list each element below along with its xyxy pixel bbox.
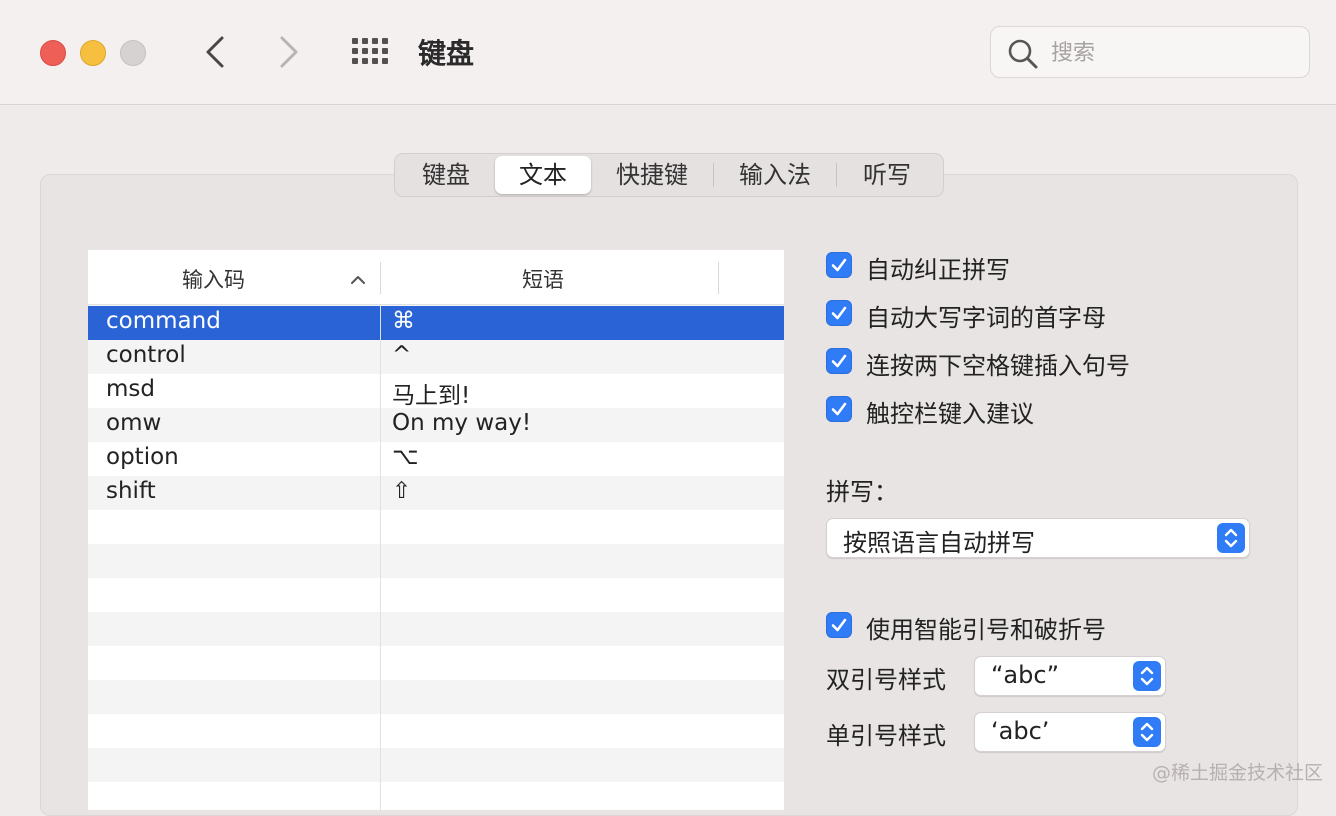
spelling-select[interactable]: 按照语言自动拼写 <box>826 518 1250 558</box>
row-phrase: ^ <box>392 342 412 368</box>
column-divider <box>380 304 381 810</box>
single-quote-style-value: ‘abc’ <box>991 717 1050 745</box>
smart-quotes-checkbox[interactable] <box>826 612 852 638</box>
tab-input-sources[interactable]: 输入法 <box>714 156 836 194</box>
autocap-checkbox[interactable] <box>826 300 852 326</box>
spelling-label: 拼写： <box>826 478 898 506</box>
window-title: 键盘 <box>418 37 475 70</box>
grid-icon[interactable] <box>352 38 390 66</box>
column-divider <box>380 262 381 294</box>
close-button[interactable] <box>40 40 66 66</box>
chevron-right-icon[interactable] <box>270 30 310 74</box>
tab-bar: 键盘 文本 快捷键 输入法 听写 <box>394 153 944 197</box>
touchbar-suggestions-checkbox[interactable] <box>826 396 852 422</box>
double-space-period-checkbox[interactable] <box>826 348 852 374</box>
single-quote-style-select[interactable]: ‘abc’ <box>974 712 1166 752</box>
single-quote-style-label: 单引号样式 <box>826 722 946 750</box>
updown-stepper-icon <box>1217 523 1245 553</box>
smart-quotes-label: 使用智能引号和破折号 <box>866 616 1106 644</box>
search-input[interactable] <box>1049 35 1293 71</box>
autocap-label: 自动大写字词的首字母 <box>866 304 1106 332</box>
row-phrase: 马上到! <box>392 383 471 409</box>
updown-stepper-icon <box>1133 717 1161 747</box>
column-header-input[interactable]: 输入码 <box>182 264 245 294</box>
row-input: command <box>106 308 221 334</box>
empty-row <box>88 782 784 810</box>
tab-keyboard[interactable]: 键盘 <box>397 156 495 194</box>
table-row[interactable]: command ⌘ <box>88 306 784 340</box>
table-row[interactable]: shift ⇧ <box>88 476 784 510</box>
magnifier-icon <box>1007 38 1039 74</box>
row-input: option <box>106 444 179 470</box>
column-header-phrase[interactable]: 短语 <box>522 264 564 294</box>
empty-row <box>88 646 784 680</box>
row-input: msd <box>106 376 155 402</box>
empty-row <box>88 680 784 714</box>
text-replacement-table[interactable]: 输入码 短语 command ⌘ control ^ msd 马上到! omw … <box>88 250 784 810</box>
empty-row <box>88 748 784 782</box>
row-input: shift <box>106 478 156 504</box>
title-bar: 键盘 <box>0 0 1336 105</box>
row-input: control <box>106 342 186 368</box>
tab-text[interactable]: 文本 <box>495 156 591 194</box>
touchbar-suggestions-label: 触控栏键入建议 <box>866 400 1034 428</box>
double-space-period-label: 连按两下空格键插入句号 <box>866 352 1130 380</box>
table-row[interactable]: omw On my way! <box>88 408 784 442</box>
row-input: omw <box>106 410 162 436</box>
double-quote-style-label: 双引号样式 <box>826 666 946 694</box>
row-phrase: ⌘ <box>392 308 415 334</box>
row-phrase: On my way! <box>392 410 532 436</box>
table-row[interactable]: control ^ <box>88 340 784 374</box>
table-header: 输入码 短语 <box>88 250 784 305</box>
watermark: @稀土掘金技术社区 <box>1152 762 1324 784</box>
empty-row <box>88 544 784 578</box>
empty-row <box>88 578 784 612</box>
column-divider <box>718 262 719 294</box>
table-row[interactable]: option ⌥ <box>88 442 784 476</box>
search-box[interactable] <box>990 26 1310 78</box>
empty-row <box>88 612 784 646</box>
spelling-select-value: 按照语言自动拼写 <box>843 529 1035 557</box>
updown-stepper-icon <box>1133 661 1161 691</box>
row-phrase: ⇧ <box>392 478 412 504</box>
table-row[interactable]: msd 马上到! <box>88 374 784 409</box>
double-quote-style-value: “abc” <box>991 661 1060 689</box>
autocorrect-checkbox[interactable] <box>826 252 852 278</box>
empty-row <box>88 714 784 748</box>
tab-shortcuts[interactable]: 快捷键 <box>591 156 713 194</box>
minimize-button[interactable] <box>80 40 106 66</box>
sort-ascending-icon[interactable] <box>350 270 366 289</box>
row-phrase: ⌥ <box>392 444 419 470</box>
empty-row <box>88 510 784 544</box>
double-quote-style-select[interactable]: “abc” <box>974 656 1166 696</box>
tab-dictation[interactable]: 听写 <box>837 156 937 194</box>
chevron-left-icon[interactable] <box>196 30 236 74</box>
zoom-button[interactable] <box>120 40 146 66</box>
autocorrect-label: 自动纠正拼写 <box>866 256 1010 284</box>
